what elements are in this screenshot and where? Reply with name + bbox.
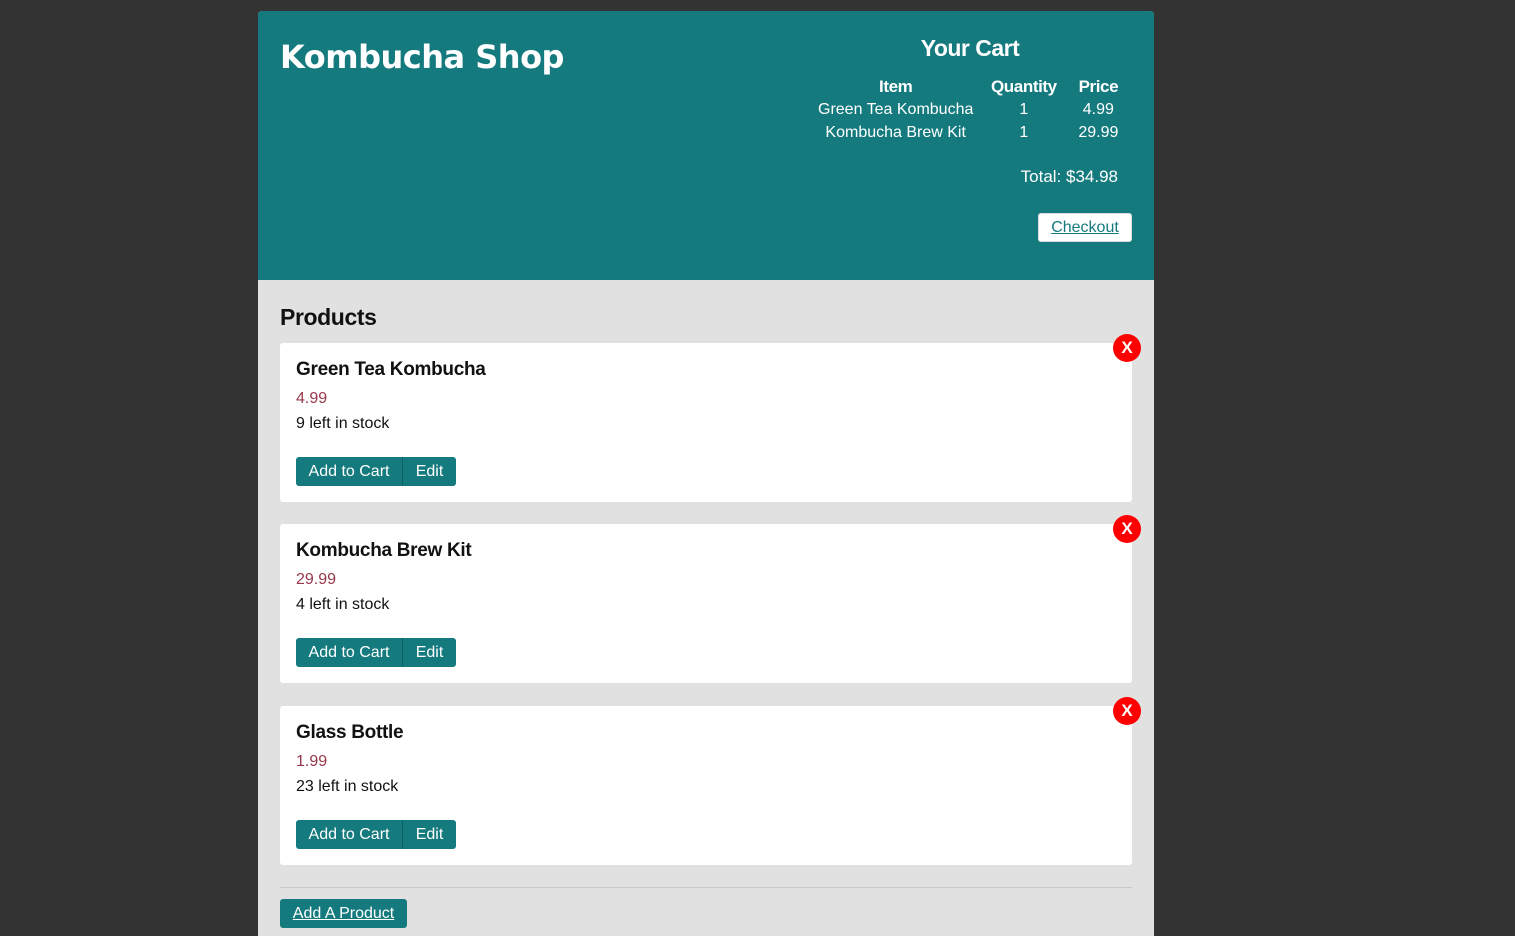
cart-column-quantity: Quantity	[990, 77, 1057, 96]
add-to-cart-button[interactable]: Add to Cart	[296, 457, 402, 486]
product-actions: Add to Cart Edit	[296, 457, 456, 486]
app-container: Kombucha Shop Your Cart Item Quantity Pr…	[258, 11, 1154, 936]
product-card: Kombucha Brew Kit 29.99 4 left in stock …	[280, 515, 1141, 683]
product-name: Kombucha Brew Kit	[296, 540, 472, 561]
cart-row-quantity: 1	[1019, 124, 1029, 141]
cart-total: Total: $34.98	[1020, 167, 1118, 186]
delete-product-button[interactable]: X	[1113, 515, 1141, 543]
cart-table-header-row: Item Quantity Price	[818, 75, 1122, 98]
product-actions: Add to Cart Edit	[296, 638, 456, 667]
product-name: Green Tea Kombucha	[296, 359, 486, 380]
products-heading: Products	[280, 304, 377, 330]
product-stock: 4 left in stock	[296, 596, 390, 613]
cart-row-item: Green Tea Kombucha	[818, 101, 974, 118]
cart-table: Item Quantity Price Green Tea Kombucha 1…	[818, 75, 1122, 144]
add-product-button[interactable]: Add A Product	[280, 899, 407, 928]
edit-product-button[interactable]: Edit	[402, 820, 456, 849]
cart-row-price: 29.99	[1078, 124, 1119, 141]
cart-row-item: Kombucha Brew Kit	[825, 124, 966, 141]
shop-header: Kombucha Shop Your Cart Item Quantity Pr…	[258, 11, 1154, 280]
edit-product-button[interactable]: Edit	[402, 457, 456, 486]
edit-product-button[interactable]: Edit	[402, 638, 456, 667]
cart-row: Kombucha Brew Kit 1 29.99	[818, 121, 1122, 144]
product-price: 4.99	[296, 390, 328, 407]
cart-title: Your Cart	[920, 35, 1020, 61]
product-card: Glass Bottle 1.99 23 left in stock Add t…	[280, 697, 1141, 865]
cart-row-price: 4.99	[1082, 101, 1114, 118]
delete-product-button[interactable]: X	[1113, 334, 1141, 362]
shop-brand-title: Kombucha Shop	[280, 38, 564, 76]
cart-row-quantity: 1	[1019, 101, 1029, 118]
product-name: Glass Bottle	[296, 722, 404, 743]
add-to-cart-button[interactable]: Add to Cart	[296, 638, 402, 667]
product-card: Green Tea Kombucha 4.99 9 left in stock …	[280, 334, 1141, 502]
section-divider	[280, 887, 1132, 888]
cart-column-item: Item	[879, 77, 913, 96]
add-to-cart-button[interactable]: Add to Cart	[296, 820, 402, 849]
checkout-button[interactable]: Checkout	[1038, 213, 1132, 242]
product-price: 1.99	[296, 753, 328, 770]
product-stock: 9 left in stock	[296, 415, 390, 432]
delete-product-button[interactable]: X	[1113, 697, 1141, 725]
cart-column-price: Price	[1078, 77, 1119, 96]
cart-row: Green Tea Kombucha 1 4.99	[818, 98, 1122, 121]
product-actions: Add to Cart Edit	[296, 820, 456, 849]
product-price: 29.99	[296, 571, 337, 588]
product-stock: 23 left in stock	[296, 778, 399, 795]
